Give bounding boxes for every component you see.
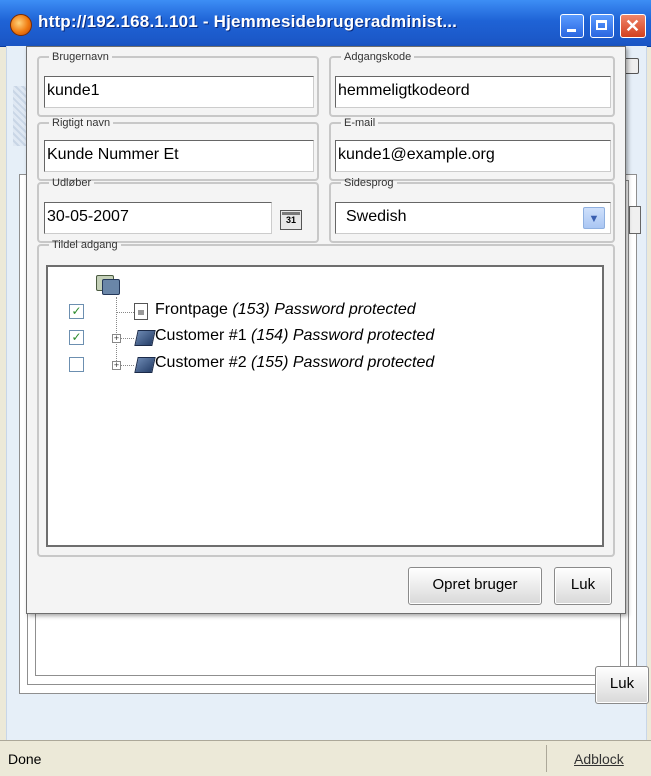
chevron-down-icon[interactable]: ▼ xyxy=(583,207,605,229)
status-text: Done xyxy=(8,751,42,767)
status-divider xyxy=(546,745,547,772)
dialog-close-button[interactable]: Luk xyxy=(554,567,612,605)
window-title: http://192.168.1.101 - Hjemmesidebrugera… xyxy=(38,12,458,31)
tree-item-customer-2[interactable]: Customer #2 (155) Password protected xyxy=(155,354,434,376)
password-legend: Adgangskode xyxy=(344,51,412,63)
maximize-button[interactable] xyxy=(590,14,614,38)
access-tree: ✓ Frontpage (153) Password protected ✓ +… xyxy=(46,265,604,547)
realname-field[interactable]: Kunde Nummer Et xyxy=(44,140,314,172)
language-selected: Swedish xyxy=(346,208,407,225)
firefox-icon xyxy=(10,14,32,36)
maximize-icon xyxy=(596,20,607,30)
background-toolbar-grip xyxy=(13,86,27,146)
tree-item-customer-1[interactable]: Customer #1 (154) Password protected xyxy=(155,327,434,349)
expires-legend: Udløber xyxy=(52,177,92,189)
password-field[interactable]: hemmeligtkodeord xyxy=(335,76,611,108)
book-icon xyxy=(134,330,156,346)
create-user-button[interactable]: Opret bruger xyxy=(408,567,542,605)
adblock-link[interactable]: Adblock xyxy=(574,751,624,767)
email-legend: E-mail xyxy=(344,117,376,129)
background-select[interactable] xyxy=(629,206,641,234)
tree-item-frontpage[interactable]: Frontpage (153) Password protected xyxy=(155,301,416,323)
status-bar: Done Adblock xyxy=(0,740,651,776)
email-field[interactable]: kunde1@example.org xyxy=(335,140,611,172)
background-close-button[interactable]: Luk xyxy=(595,666,649,704)
access-legend: Tildel adgang xyxy=(52,239,118,251)
root-folder-icon xyxy=(96,275,120,295)
minimize-button[interactable] xyxy=(560,14,584,38)
calendar-button[interactable]: 31 xyxy=(280,210,302,230)
access-checkbox-frontpage[interactable]: ✓ xyxy=(69,304,84,319)
language-select[interactable]: Swedish xyxy=(335,202,611,234)
access-checkbox-customer-2[interactable] xyxy=(69,357,84,372)
close-icon: ✕ xyxy=(625,16,641,36)
expand-icon[interactable]: + xyxy=(112,334,121,343)
username-legend: Brugernavn xyxy=(52,51,109,63)
window-titlebar[interactable]: http://192.168.1.101 - Hjemmesidebrugera… xyxy=(0,0,651,47)
expires-field[interactable]: 30-05-2007 xyxy=(44,202,272,234)
calendar-icon: 31 xyxy=(285,215,296,225)
minimize-icon xyxy=(567,29,576,32)
username-field[interactable]: kunde1 xyxy=(44,76,314,108)
language-legend: Sidesprog xyxy=(344,177,394,189)
page-icon xyxy=(134,303,148,320)
close-window-button[interactable]: ✕ xyxy=(620,14,646,38)
access-checkbox-customer-1[interactable]: ✓ xyxy=(69,330,84,345)
book-icon xyxy=(134,357,156,373)
expand-icon[interactable]: + xyxy=(112,361,121,370)
realname-legend: Rigtigt navn xyxy=(52,117,111,129)
create-user-dialog: Brugernavn kunde1 Adgangskode hemmeligtk… xyxy=(26,46,626,614)
